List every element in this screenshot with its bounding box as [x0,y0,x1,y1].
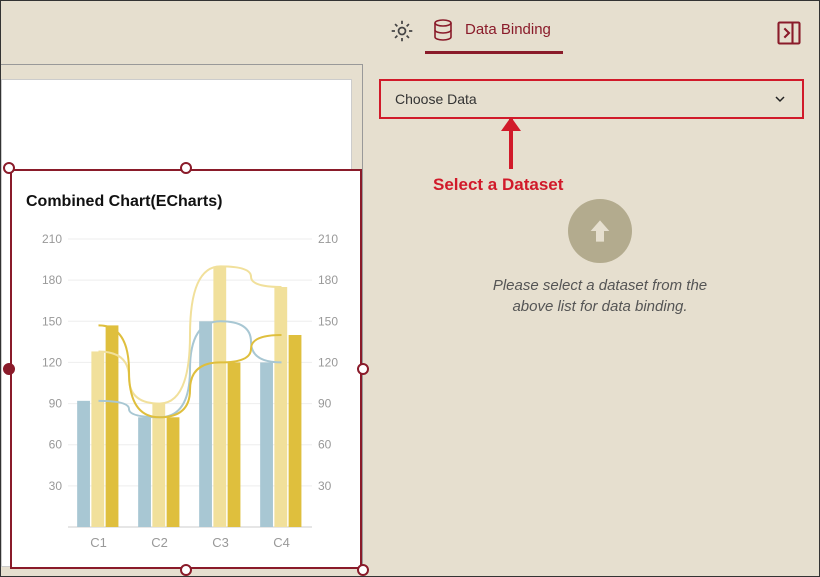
callout-text: Select a Dataset [433,175,563,195]
resize-handle-top-left[interactable] [3,162,15,174]
resize-handle-top[interactable] [180,162,192,174]
svg-text:180: 180 [318,273,338,287]
collapse-panel-button[interactable] [775,19,803,47]
chart-widget-container[interactable]: Combined Chart(ECharts) 30 30 60 60 90 90 120 1… [10,169,362,569]
chart-plot: 30 30 60 60 90 90 120 120 150 150 180 180 210 210 C1 C2… [26,233,350,553]
settings-tab[interactable] [379,8,425,54]
resize-handle-right[interactable] [357,363,369,375]
svg-text:210: 210 [42,233,62,246]
svg-text:C3: C3 [212,535,229,550]
help-text: Please select a dataset from the above l… [477,275,723,317]
choose-data-label: Choose Data [395,91,477,107]
chart-title: Combined Chart(ECharts) [26,193,222,211]
help-line1: Please select a dataset from the [493,277,707,294]
svg-text:60: 60 [49,438,63,452]
resize-handle-bottom-right[interactable] [357,564,369,576]
help-line2: above list for data binding. [512,298,687,315]
svg-text:30: 30 [49,479,63,493]
svg-text:C4: C4 [273,535,290,550]
gear-icon [389,18,415,44]
svg-text:120: 120 [318,355,338,369]
callout-arrow [509,119,513,169]
svg-text:90: 90 [318,397,332,411]
resize-handle-bottom[interactable] [180,564,192,576]
svg-text:210: 210 [318,233,338,246]
upload-arrow-icon [584,215,616,247]
choose-data-dropdown[interactable]: Choose Data [379,79,804,119]
svg-text:180: 180 [42,273,62,287]
svg-text:90: 90 [49,397,63,411]
panel-collapse-icon [775,19,803,47]
svg-text:C1: C1 [90,535,107,550]
chevron-down-icon [772,91,788,107]
svg-text:120: 120 [42,355,62,369]
data-binding-tab[interactable]: Data Binding [425,8,563,54]
svg-text:150: 150 [42,314,62,328]
database-icon [431,18,455,42]
chart-widget[interactable]: Combined Chart(ECharts) 30 30 60 60 90 90 120 1… [10,169,362,569]
svg-text:C2: C2 [151,535,168,550]
upload-placeholder [568,199,632,263]
svg-text:60: 60 [318,438,332,452]
top-tab-bar: Data Binding [1,1,819,61]
resize-handle-left[interactable] [3,363,15,375]
svg-text:150: 150 [318,314,338,328]
data-binding-label: Data Binding [465,21,551,38]
svg-text:30: 30 [318,479,332,493]
